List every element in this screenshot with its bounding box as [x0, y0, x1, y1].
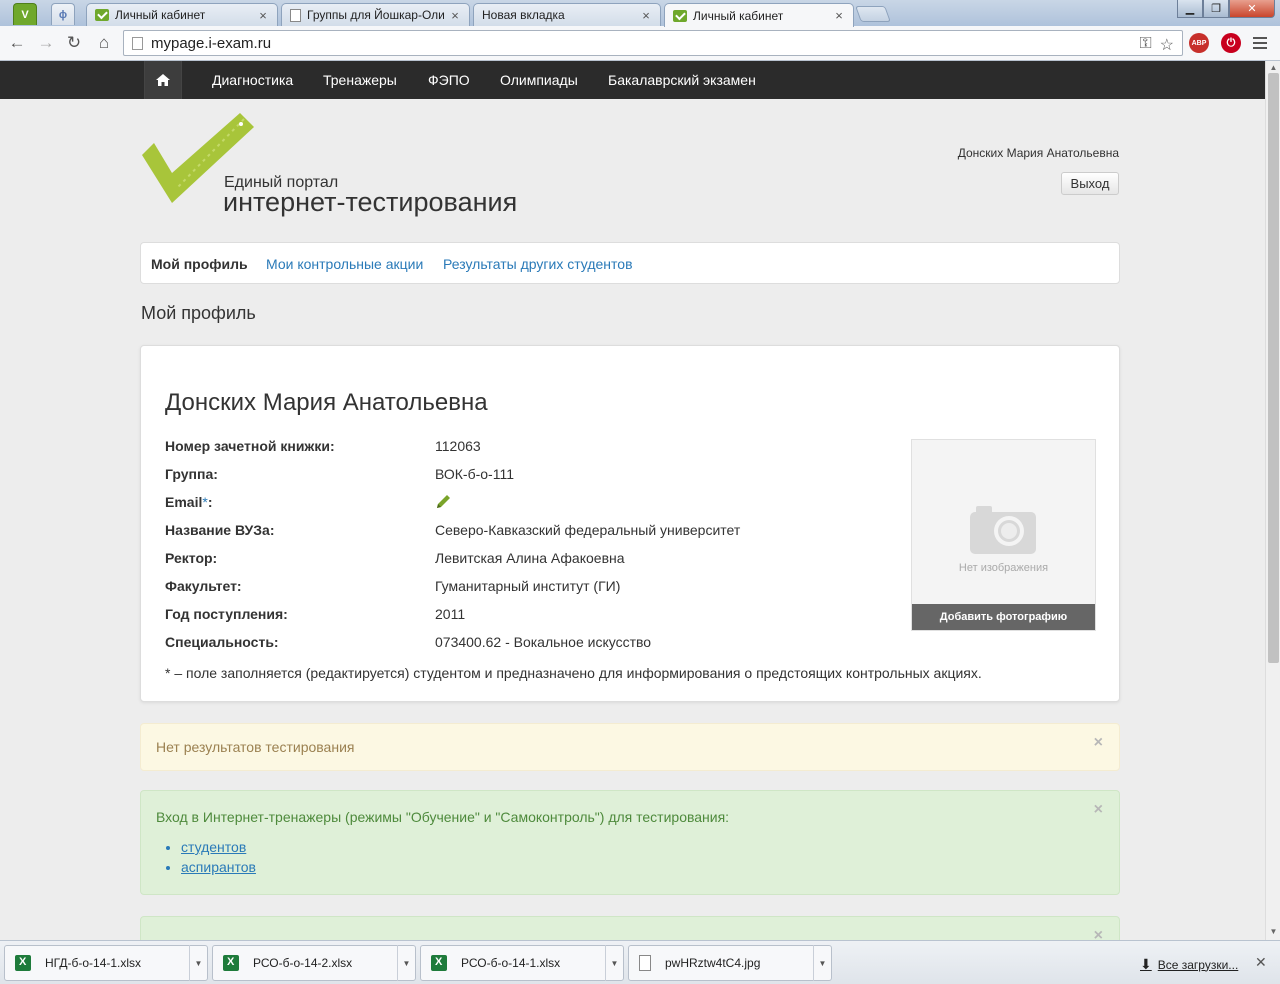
logout-button[interactable]: Выход [1061, 172, 1119, 195]
back-arrow-icon[interactable]: ← [7, 33, 27, 53]
home-icon[interactable]: ⌂ [94, 33, 114, 53]
browser-menu-icon[interactable] [1252, 35, 1268, 51]
page-icon [132, 36, 143, 50]
profile-row-group: Группа: ВОК-б-о-111 [165, 466, 514, 482]
site-top-nav: Диагностика Тренажеры ФЭПО Олимпиады Бак… [0, 61, 1265, 99]
power-extension-icon[interactable]: ⏻ [1221, 33, 1241, 53]
alert-no-results: Нет результатов тестирования × [140, 723, 1120, 771]
document-favicon-icon [290, 8, 301, 22]
all-downloads-link[interactable]: ⬇ Все загрузки... [1140, 956, 1238, 973]
excel-file-icon [223, 955, 239, 971]
window-maximize-button[interactable]: ❐ [1203, 0, 1229, 18]
excel-file-icon [431, 955, 447, 971]
nav-item-diagnostika[interactable]: Диагностика [212, 61, 293, 99]
alert-close-icon[interactable]: × [1094, 734, 1103, 752]
chevron-down-icon[interactable]: ▼ [605, 945, 623, 981]
alert-close-icon[interactable]: × [1094, 927, 1103, 940]
tab-lichny-kabinet-active[interactable]: Личный кабинет × [664, 3, 854, 27]
address-bar[interactable]: mypage.i-exam.ru ⚿ ☆ [123, 30, 1183, 56]
download-shelf: НГД-б-о-14-1.xlsx ▼ РСО-б-о-14-2.xlsx ▼ … [0, 940, 1280, 984]
alert-partial: × [140, 916, 1120, 940]
window-close-button[interactable]: ✕ [1229, 0, 1275, 18]
download-arrow-icon: ⬇ [1140, 956, 1152, 972]
logo-line2: интернет-тестирования [223, 187, 518, 217]
pinned-tab-phi[interactable]: ϕ [51, 3, 75, 25]
profile-row-email: Email*: [165, 494, 865, 514]
excel-file-icon [15, 955, 31, 971]
key-icon[interactable]: ⚿ [1139, 35, 1151, 55]
adblock-extension-icon[interactable]: ABP [1189, 33, 1209, 53]
tab-lichny-kabinet-1[interactable]: Личный кабинет × [86, 3, 278, 26]
no-image-caption: Нет изображения [958, 562, 1049, 574]
browser-tabstrip: V ϕ Личный кабинет × Группы для Йошкар-О… [0, 0, 1280, 27]
trainer-link-postgrads[interactable]: аспирантов [181, 859, 256, 875]
window-minimize-button[interactable]: ▁ [1177, 0, 1203, 18]
scroll-up-arrow-icon[interactable]: ▲ [1269, 63, 1278, 72]
header-user-name: Донских Мария Анатольевна [957, 146, 1119, 160]
download-item[interactable]: РСО-б-о-14-1.xlsx ▼ [420, 945, 624, 981]
home-icon [156, 74, 170, 86]
list-item: студентов [181, 837, 256, 857]
add-photo-button[interactable]: Добавить фотографию [912, 604, 1095, 630]
alert-trainers-text: Вход в Интернет-тренажеры (режимы "Обуче… [156, 809, 730, 825]
alert-close-icon[interactable]: × [1094, 801, 1103, 819]
page-scrollbar[interactable]: ▲ ▼ [1265, 61, 1280, 940]
profile-footnote: * – поле заполняется (редактируется) сту… [165, 665, 982, 681]
tab-close-icon[interactable]: × [833, 8, 845, 23]
page-viewport: Диагностика Тренажеры ФЭПО Олимпиады Бак… [0, 61, 1265, 940]
camera-icon [970, 506, 1036, 554]
nav-item-olimpiady[interactable]: Олимпиады [500, 61, 578, 99]
subnav-my-profile[interactable]: Мой профиль [151, 243, 248, 285]
student-full-name: Донских Мария Анатольевна [165, 389, 488, 416]
chevron-down-icon[interactable]: ▼ [189, 945, 207, 981]
profile-subnav: Мой профиль Мои контрольные акции Резуль… [140, 242, 1120, 284]
new-tab-button[interactable] [855, 6, 891, 22]
tab-new-tab[interactable]: Новая вкладка × [473, 3, 661, 26]
profile-row-university: Название ВУЗа: Северо-Кавказский федерал… [165, 522, 741, 538]
profile-row-rector: Ректор: Левитская Алина Афакоевна [165, 550, 625, 566]
scroll-down-arrow-icon[interactable]: ▼ [1269, 927, 1278, 936]
chevron-down-icon[interactable]: ▼ [813, 945, 831, 981]
download-item[interactable]: pwHRztw4tC4.jpg ▼ [628, 945, 832, 981]
nav-item-fepo[interactable]: ФЭПО [428, 61, 470, 99]
nav-item-bakalavrsky[interactable]: Бакалаврский экзамен [608, 61, 756, 99]
download-item[interactable]: РСО-б-о-14-2.xlsx ▼ [212, 945, 416, 981]
portal-favicon-icon [673, 9, 687, 22]
edit-email-pencil-icon[interactable] [435, 494, 451, 510]
subnav-my-control-actions[interactable]: Мои контрольные акции [266, 243, 423, 285]
shelf-close-icon[interactable]: ✕ [1255, 954, 1267, 971]
reload-icon[interactable]: ↻ [64, 33, 84, 53]
nav-item-trenazhery[interactable]: Тренажеры [323, 61, 397, 99]
trainers-link-list: студентов аспирантов [181, 837, 256, 877]
pinned-tab-v[interactable]: V [13, 3, 37, 25]
download-item[interactable]: НГД-б-о-14-1.xlsx ▼ [4, 945, 208, 981]
address-text: mypage.i-exam.ru [151, 34, 272, 52]
tab-close-icon[interactable]: × [640, 8, 652, 23]
profile-row-record-book: Номер зачетной книжки: 112063 [165, 438, 481, 454]
page-title: Мой профиль [141, 303, 256, 323]
alert-no-results-text: Нет результатов тестирования [156, 739, 355, 755]
profile-row-admission-year: Год поступления: 2011 [165, 606, 466, 622]
alert-trainers: Вход в Интернет-тренажеры (режимы "Обуче… [140, 790, 1120, 895]
forward-arrow-icon[interactable]: → [36, 33, 56, 53]
portal-favicon-icon [95, 9, 109, 21]
tab-close-icon[interactable]: × [257, 8, 269, 23]
tab-gruppy[interactable]: Группы для Йошкар-Оли × [281, 3, 470, 26]
bookmark-star-icon[interactable]: ☆ [1160, 35, 1174, 55]
trainer-link-students[interactable]: студентов [181, 839, 246, 855]
profile-row-specialty: Специальность: 073400.62 - Вокальное иск… [165, 634, 652, 650]
profile-card: Донских Мария Анатольевна Номер зачетной… [140, 345, 1120, 702]
profile-photo-box: Нет изображения Добавить фотографию [911, 439, 1096, 631]
subnav-other-students-results[interactable]: Результаты других студентов [443, 243, 633, 285]
chevron-down-icon[interactable]: ▼ [397, 945, 415, 981]
profile-row-faculty: Факультет: Гуманитарный институт (ГИ) [165, 578, 621, 594]
image-file-icon [639, 955, 651, 971]
nav-home-button[interactable] [144, 61, 182, 99]
tab-close-icon[interactable]: × [449, 8, 461, 23]
list-item: аспирантов [181, 857, 256, 877]
scrollbar-thumb[interactable] [1268, 73, 1279, 663]
